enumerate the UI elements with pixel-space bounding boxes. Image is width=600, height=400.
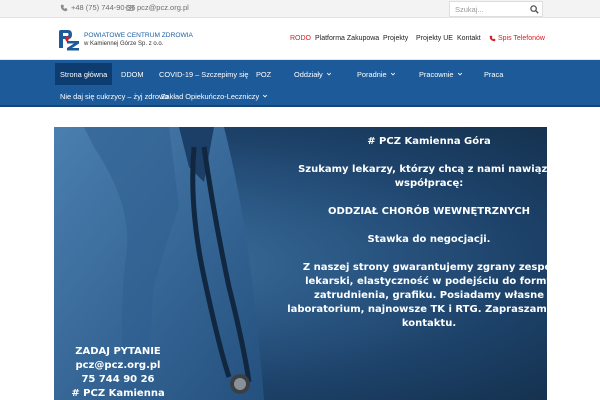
chevron-down-icon: [263, 94, 268, 98]
nav-ddom[interactable]: DDOM: [121, 67, 144, 81]
nav-pracownie[interactable]: Pracownie: [419, 67, 463, 81]
nav-strona-glowna[interactable]: Strona główna: [55, 63, 113, 85]
chevron-down-icon: [326, 72, 331, 76]
topnav-spis-telefonow[interactable]: Spis Telefonów: [489, 35, 545, 42]
hero-message: # PCZ Kamienna Góra Szukamy lekarzy, któ…: [284, 135, 547, 345]
nav-zaklad-opiekunczo-leczniczy[interactable]: Zakład Opiekuńczo-Leczniczy: [161, 89, 268, 103]
org-name: POWIATOWE CENTRUM ZDROWIA w Kamiennej Gó…: [84, 32, 193, 48]
chevron-down-icon: [457, 72, 462, 76]
email-text: pcz@pcz.org.pl: [137, 3, 189, 12]
topnav-platforma-zakupowa[interactable]: Platforma Zakupowa: [315, 35, 379, 42]
hero-phone[interactable]: 75 744 90 26: [58, 373, 178, 387]
nav-nie-daj-sie-cukrzycy[interactable]: Nie daj się cukrzycy – żyj zdrowo: [60, 89, 168, 103]
hero-offer-text: Z naszej strony gwarantujemy zgrany zesp…: [287, 262, 547, 329]
hero-email[interactable]: pcz@pcz.org.pl: [58, 359, 178, 373]
main-navigation: Strona główna DDOM COVID-19 – Szczepimy …: [0, 60, 600, 107]
search-icon: [529, 4, 539, 14]
hero-contact-block: ZADAJ PYTANIE pcz@pcz.org.pl 75 744 90 2…: [58, 345, 178, 400]
hero-recruitment-line: Szukamy lekarzy, którzy chcą z nami nawi…: [298, 164, 547, 189]
nav-poradnie[interactable]: Poradnie: [357, 67, 396, 81]
hero-ask-question: ZADAJ PYTANIE: [75, 346, 161, 357]
pcz-logo-icon[interactable]: [56, 28, 82, 52]
email-contact[interactable]: pcz@pcz.org.pl: [126, 3, 189, 12]
topnav-kontakt[interactable]: Kontakt: [457, 35, 481, 42]
phone-contact[interactable]: +48 (75) 744-90-36: [60, 3, 135, 12]
hero-banner[interactable]: # PCZ Kamienna Góra Szukamy lekarzy, któ…: [54, 127, 547, 400]
hero-hashtag: # PCZ Kamienna Góra: [71, 388, 165, 399]
phone-icon: [60, 4, 68, 11]
org-name-line2: w Kamiennej Górze Sp. z o.o.: [84, 41, 164, 47]
nav-covid[interactable]: COVID-19 – Szczepimy się: [159, 67, 249, 81]
nav-poz[interactable]: POZ: [256, 67, 271, 81]
top-bar: +48 (75) 744-90-36 pcz@pcz.org.pl Szukaj…: [0, 0, 600, 18]
nav-praca[interactable]: Praca: [484, 67, 503, 81]
search-button[interactable]: [525, 1, 543, 17]
hero-salary-note: Stawka do negocjacji.: [367, 234, 491, 245]
org-name-line1: POWIATOWE CENTRUM ZDROWIA: [84, 32, 193, 39]
chevron-down-icon: [390, 72, 395, 76]
site-header: POWIATOWE CENTRUM ZDROWIA w Kamiennej Gó…: [0, 18, 600, 60]
hero-department: ODDZIAŁ CHORÓB WEWNĘTRZNYCH: [327, 206, 531, 217]
topnav-projekty[interactable]: Projekty: [383, 35, 408, 42]
nav-oddzialy[interactable]: Oddziały: [294, 67, 332, 81]
hero-heading: # PCZ Kamienna Góra: [367, 136, 491, 147]
phone-icon: [489, 35, 496, 42]
envelope-icon: [126, 4, 134, 11]
topnav-projekty-ue[interactable]: Projekty UE: [416, 35, 453, 42]
topnav-rodo[interactable]: RODO: [290, 35, 311, 42]
